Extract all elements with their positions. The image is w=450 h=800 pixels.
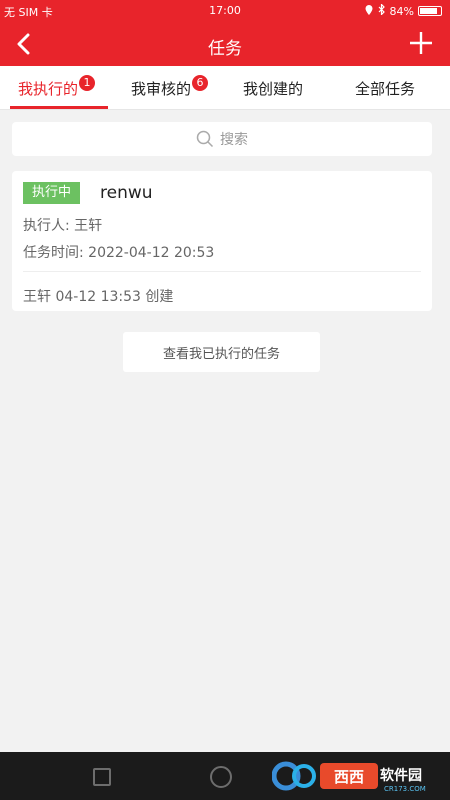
page-title: 任务 [208,39,242,59]
search-placeholder: 搜索 [220,132,248,148]
tab-label: 我审核的 [131,79,192,98]
tab-created[interactable]: 我创建的 [243,66,303,110]
task-assignee: 执行人: 王轩 [23,218,103,234]
battery-icon [418,6,442,16]
watermark-logo: 西西 软件园 CR173.COM [272,761,426,793]
tab-label: 全部任务 [355,79,416,98]
nav-bar: 任务 [0,22,450,66]
bluetooth-icon [378,3,386,18]
system-nav-bar: 西西 软件园 CR173.COM [0,752,450,800]
tab-bar: 我执行的 1 我审核的 6 我创建的 全部任务 [0,66,450,110]
tab-executing[interactable]: 我执行的 1 [18,66,96,110]
svg-text:CR173.COM: CR173.COM [384,785,426,793]
tab-reviewing[interactable]: 我审核的 6 [131,66,209,110]
status-bar: 无 SIM 卡 17:00 84% [0,0,450,22]
task-card[interactable]: 执行中 renwu 执行人: 王轩 任务时间: 2022-04-12 20:53… [12,171,432,311]
tab-label: 我创建的 [243,79,304,98]
tab-badge: 1 [79,75,96,91]
recent-apps-icon[interactable] [93,768,111,786]
tab-all[interactable]: 全部任务 [355,66,415,110]
add-task-button[interactable] [406,28,436,58]
tab-label: 我执行的 [18,79,79,98]
search-icon [196,130,214,148]
search-input[interactable]: 搜索 [12,122,432,156]
task-name: renwu [100,183,153,203]
battery-percent: 84% [389,4,414,18]
svg-text:西西: 西西 [334,768,364,786]
home-icon[interactable] [210,766,232,788]
location-icon [364,4,374,18]
task-created-info: 王轩 04-12 13:53 创建 [23,289,174,305]
view-executed-tasks-button[interactable]: 查看我已执行的任务 [123,332,320,372]
divider [23,271,421,272]
svg-text:软件园: 软件园 [380,767,422,784]
plus-icon [410,32,432,54]
tab-badge: 6 [192,75,209,91]
status-badge: 执行中 [23,182,81,204]
active-tab-indicator [10,106,108,109]
status-icons: 84% [364,3,442,18]
task-time: 任务时间: 2022-04-12 20:53 [23,245,215,261]
